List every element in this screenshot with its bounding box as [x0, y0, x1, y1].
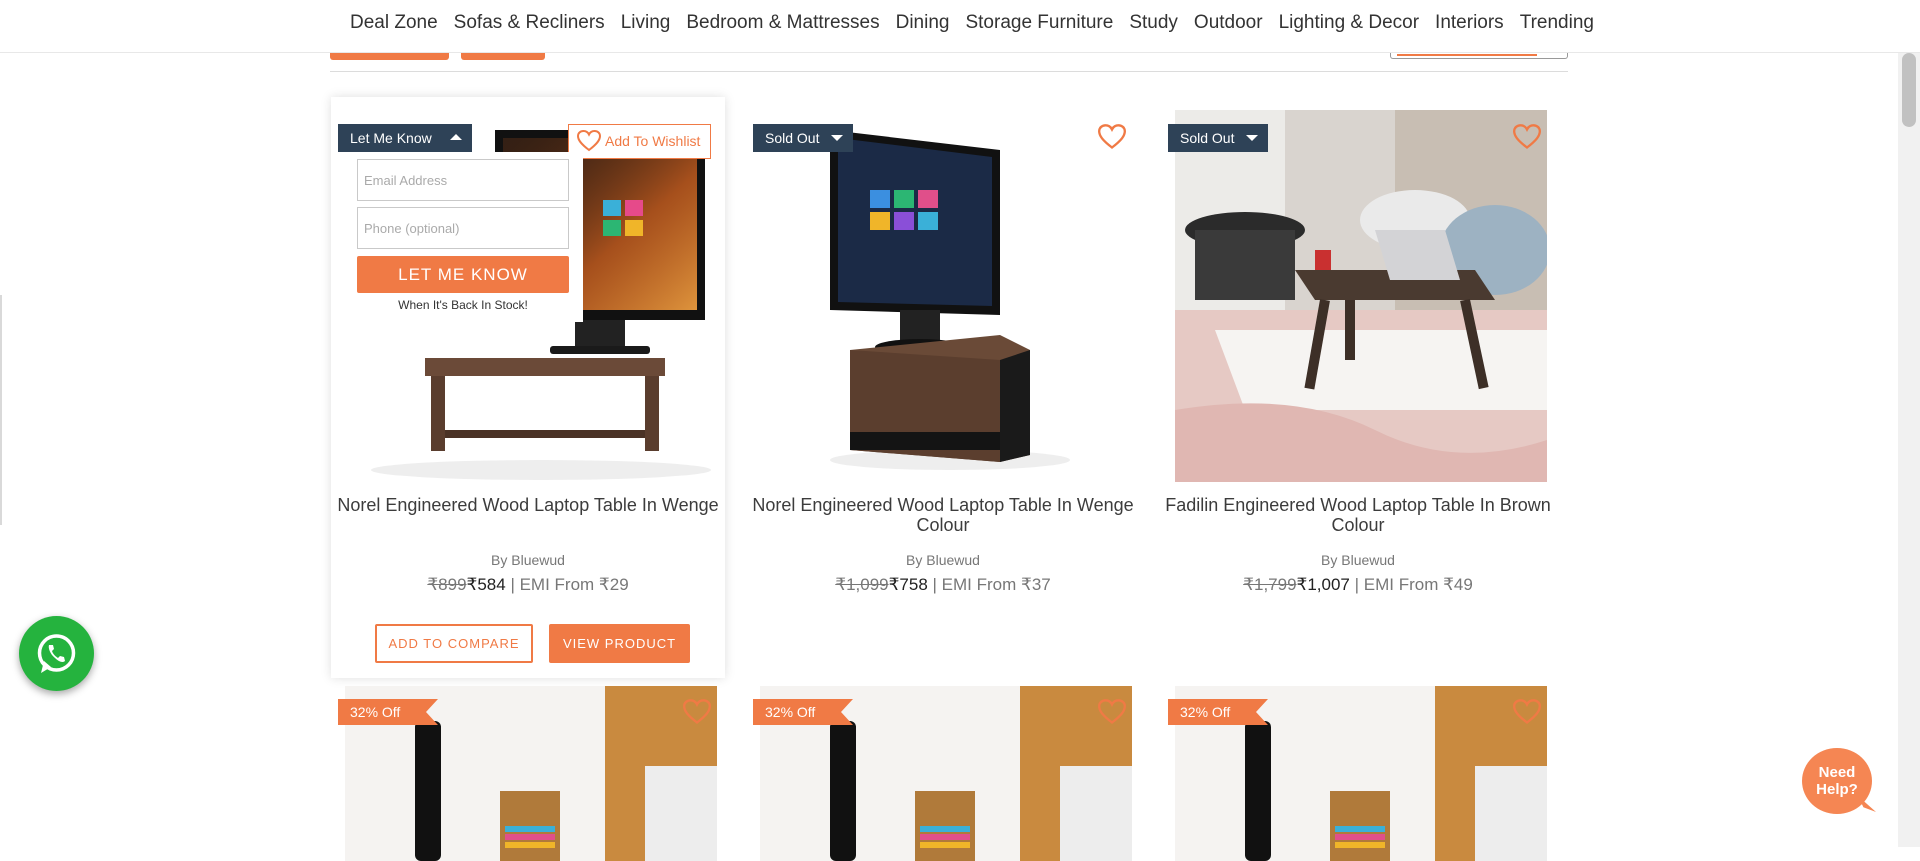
discount-badge: 32% Off [1168, 699, 1268, 725]
view-product-button[interactable]: VIEW PRODUCT [549, 624, 690, 663]
sold-out-badge[interactable]: Sold Out [1168, 124, 1268, 152]
nav-item-living[interactable]: Living [613, 12, 679, 34]
let-me-know-toggle[interactable]: Let Me Know [338, 124, 472, 152]
nav-item-outdoor[interactable]: Outdoor [1186, 12, 1271, 34]
need-help-label-line2: Help? [1816, 781, 1858, 798]
product-title[interactable]: Norel Engineered Wood Laptop Table In We… [331, 495, 725, 515]
heart-icon[interactable] [683, 699, 711, 725]
product-brand: By Bluewud [906, 552, 980, 568]
product-card[interactable]: 32% Off [331, 672, 725, 861]
nav-item-storage-furniture[interactable]: Storage Furniture [957, 12, 1121, 34]
caret-down-icon [1246, 135, 1258, 141]
product-card[interactable]: Sold Out Norel Engineered Wood Laptop Ta… [746, 97, 1140, 617]
badge-label: Sold Out [1180, 130, 1235, 146]
product-card[interactable]: 32% Off [746, 672, 1140, 861]
product-brand: By Bluewud [491, 552, 565, 568]
add-to-wishlist-button[interactable]: Add To Wishlist [568, 124, 711, 159]
product-price: ₹899₹584 | EMI From ₹29 [331, 575, 725, 595]
nav-item-sofas-recliners[interactable]: Sofas & Recliners [446, 12, 613, 34]
nav-item-interiors[interactable]: Interiors [1427, 12, 1512, 34]
heart-icon[interactable] [1098, 124, 1126, 150]
product-image[interactable] [1175, 110, 1547, 482]
divider [330, 71, 1568, 72]
need-help-button[interactable]: Need Help? [1802, 748, 1876, 814]
product-title[interactable]: Fadilin Engineered Wood Laptop Table In … [1161, 495, 1555, 535]
add-to-compare-button[interactable]: ADD TO COMPARE [375, 624, 533, 663]
emi-info: | EMI From ₹37 [932, 575, 1051, 594]
caret-up-icon [450, 134, 462, 140]
page-scrollbar[interactable] [1898, 53, 1920, 847]
let-me-know-button[interactable]: LET ME KNOW [357, 256, 569, 293]
heart-icon[interactable] [1513, 699, 1541, 725]
whatsapp-icon [37, 634, 76, 673]
need-help-label-line1: Need [1818, 764, 1856, 781]
side-panel-edge [0, 295, 2, 525]
phone-field[interactable] [357, 207, 569, 249]
nav-item-lighting-decor[interactable]: Lighting & Decor [1271, 12, 1427, 34]
top-navigation: Deal Zone Sofas & Recliners Living Bedro… [0, 0, 1920, 53]
heart-icon[interactable] [1098, 699, 1126, 725]
badge-label: Let Me Know [350, 130, 432, 146]
mrp-price: ₹899 [427, 575, 467, 594]
back-in-stock-note: When It's Back In Stock! [398, 298, 528, 312]
sale-price: ₹1,007 [1296, 575, 1350, 594]
product-price: ₹1,799₹1,007 | EMI From ₹49 [1161, 575, 1555, 595]
sold-out-badge[interactable]: Sold Out [753, 124, 853, 152]
discount-badge: 32% Off [753, 699, 853, 725]
badge-label: Sold Out [765, 130, 820, 146]
nav-menu: Deal Zone Sofas & Recliners Living Bedro… [342, 12, 1602, 34]
sale-price: ₹758 [888, 575, 928, 594]
notify-panel: LET ME KNOW When It's Back In Stock! [338, 152, 583, 322]
email-address-field[interactable] [357, 159, 569, 201]
product-title[interactable]: Norel Engineered Wood Laptop Table In We… [746, 495, 1140, 535]
product-brand: By Bluewud [1321, 552, 1395, 568]
nav-item-study[interactable]: Study [1121, 12, 1186, 34]
sale-price: ₹584 [466, 575, 506, 594]
discount-badge: 32% Off [338, 699, 438, 725]
whatsapp-chat-button[interactable] [19, 616, 94, 691]
product-image[interactable] [760, 110, 1132, 482]
product-card[interactable]: Sold Out Fadilin Engineered Wood Laptop … [1161, 97, 1555, 617]
product-card[interactable]: Let Me Know Add To Wishlist LET ME KNOW … [331, 97, 725, 678]
mrp-price: ₹1,099 [835, 575, 889, 594]
mrp-price: ₹1,799 [1243, 575, 1297, 594]
product-card[interactable]: 32% Off [1161, 672, 1555, 861]
wishlist-label: Add To Wishlist [605, 133, 701, 149]
caret-down-icon [831, 135, 843, 141]
emi-info: | EMI From ₹49 [1354, 575, 1473, 594]
heart-icon [577, 130, 601, 152]
product-price: ₹1,099₹758 | EMI From ₹37 [746, 575, 1140, 595]
nav-item-trending[interactable]: Trending [1512, 12, 1602, 34]
nav-item-deal-zone[interactable]: Deal Zone [342, 12, 446, 34]
scrollbar-thumb[interactable] [1902, 53, 1916, 127]
nav-item-bedroom-mattresses[interactable]: Bedroom & Mattresses [678, 12, 887, 34]
emi-info: | EMI From ₹29 [510, 575, 629, 594]
heart-icon[interactable] [1513, 124, 1541, 150]
nav-item-dining[interactable]: Dining [888, 12, 958, 34]
